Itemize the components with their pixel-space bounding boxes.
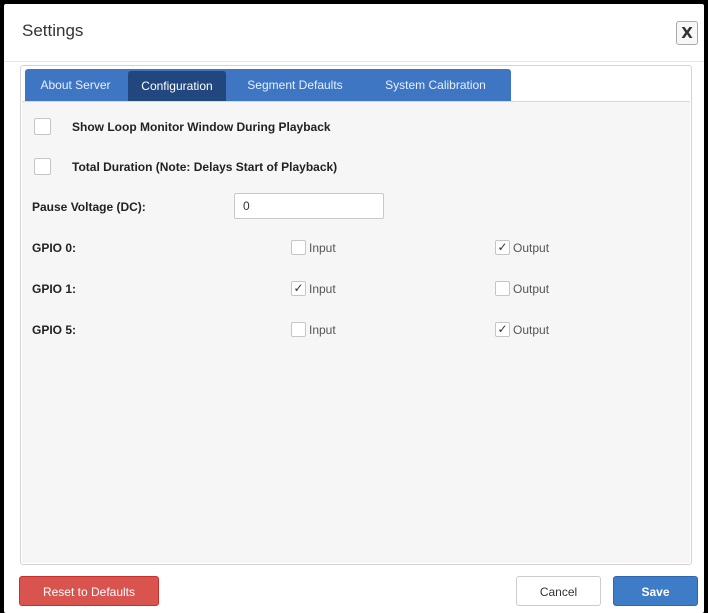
tab-segment-defaults[interactable]: Segment Defaults [228, 69, 362, 101]
gpio-1-output-checkbox[interactable] [495, 281, 510, 296]
tab-bar: About Server Configuration Segment Defau… [25, 69, 511, 101]
cancel-button[interactable]: Cancel [516, 576, 601, 606]
total-duration-label: Total Duration (Note: Delays Start of Pl… [72, 160, 338, 174]
total-duration-checkbox[interactable] [34, 158, 51, 175]
gpio-5-output-checkbox[interactable]: ✓ [495, 322, 510, 337]
gpio-0-input-checkbox[interactable] [291, 240, 306, 255]
pause-voltage-input[interactable] [234, 193, 384, 219]
dialog-body: About Server Configuration Segment Defau… [20, 65, 692, 565]
tab-system-calibration[interactable]: System Calibration [364, 69, 507, 101]
pause-voltage-label: Pause Voltage (DC): [32, 200, 146, 214]
gpio-1-input-label: Input [309, 282, 336, 296]
gpio-5-label: GPIO 5: [32, 323, 77, 337]
configuration-panel: Show Loop Monitor Window During Playback… [22, 101, 690, 563]
gpio-1-input-checkbox[interactable]: ✓ [291, 281, 306, 296]
gpio-0-output-label: Output [513, 241, 550, 255]
dialog-title: Settings [22, 21, 84, 40]
gpio-5-output-label: Output [513, 323, 550, 337]
reset-to-defaults-button[interactable]: Reset to Defaults [19, 576, 159, 606]
gpio-0-label: GPIO 0: [32, 241, 77, 255]
gpio-0-output-checkbox[interactable]: ✓ [495, 240, 510, 255]
tab-configuration[interactable]: Configuration [128, 71, 226, 101]
show-loop-monitor-checkbox[interactable] [34, 118, 51, 135]
close-button[interactable]: X [676, 21, 698, 45]
gpio-1-label: GPIO 1: [32, 282, 77, 296]
gpio-0-input-label: Input [309, 241, 336, 255]
gpio-5-input-checkbox[interactable] [291, 322, 306, 337]
gpio-1-output-label: Output [513, 282, 550, 296]
settings-dialog: Settings X About Server Configuration Se… [4, 4, 704, 613]
dialog-header: Settings X [4, 4, 704, 62]
gpio-5-input-label: Input [309, 323, 336, 337]
show-loop-monitor-label: Show Loop Monitor Window During Playback [72, 120, 331, 134]
save-button[interactable]: Save [613, 576, 698, 606]
tab-about-server[interactable]: About Server [25, 69, 126, 101]
